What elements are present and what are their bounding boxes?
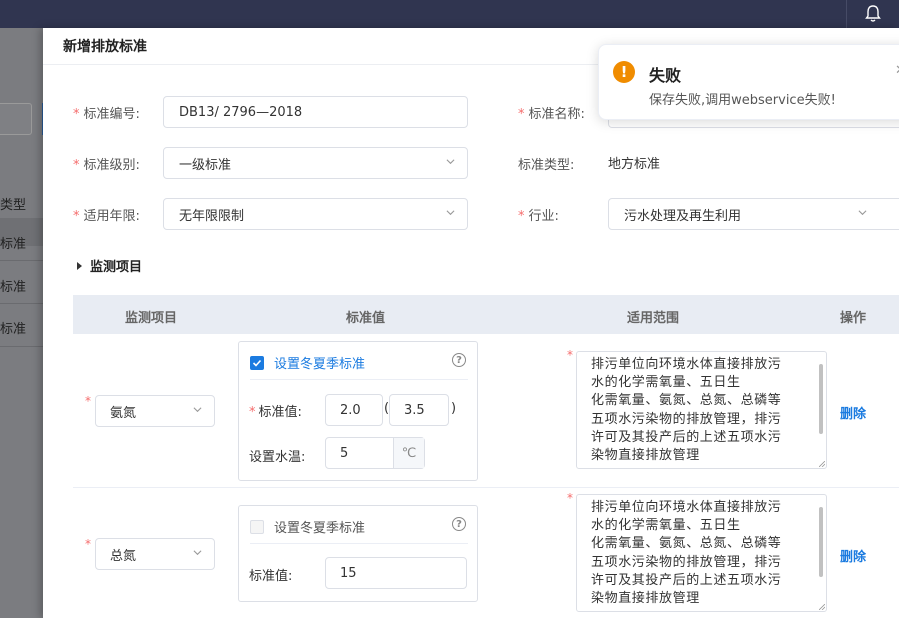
applicable-years-select[interactable]: 无年限限制 xyxy=(163,198,468,230)
scope-textarea[interactable]: 排污单位向环境水体直接排放污 水的化学需氧量、五日生 化需氧量、氨氮、总氮、总磷… xyxy=(576,351,827,469)
monitoring-item-select[interactable]: 总氮 xyxy=(95,538,215,570)
standard-type-label: 标准类型: xyxy=(518,158,575,173)
chevron-down-icon xyxy=(858,210,867,216)
scrollbar-thumb[interactable] xyxy=(819,364,823,434)
delete-button[interactable]: 删除 xyxy=(840,546,866,565)
standard-value-low-input[interactable]: 2.0 xyxy=(325,394,383,426)
standard-value-label: 标准值: xyxy=(249,569,293,584)
background-divider xyxy=(0,260,48,261)
background-divider xyxy=(0,303,48,304)
standard-value-card: 设置冬夏季标准 ? 标准值: 15 xyxy=(238,505,478,602)
standard-value-input[interactable]: 15 xyxy=(325,557,467,589)
notification-title: 失败 xyxy=(649,66,682,85)
checkbox-checked-icon xyxy=(250,355,264,370)
bell-icon xyxy=(865,5,881,22)
background-divider xyxy=(0,346,48,347)
water-temp-input[interactable]: 5 ℃ xyxy=(325,437,425,469)
standard-type-value: 地方标准 xyxy=(608,157,661,172)
section-title: 监测项目 xyxy=(90,260,143,275)
temp-unit: ℃ xyxy=(393,438,424,468)
warning-icon: ! xyxy=(613,61,635,83)
required-mark: * xyxy=(85,394,91,408)
top-navbar xyxy=(0,0,899,28)
chevron-down-icon xyxy=(446,159,455,165)
required-mark: * xyxy=(567,348,573,362)
notification-message: 保存失败,调用webservice失败! xyxy=(649,93,836,108)
chevron-down-icon xyxy=(193,550,202,556)
required-mark: * xyxy=(567,491,573,505)
standard-level-label: * 标准级别: xyxy=(73,158,140,173)
industry-label: * 行业: xyxy=(518,209,559,224)
column-header-scope: 适用范围 xyxy=(627,311,680,326)
monitoring-item-select[interactable]: 氨氮 xyxy=(95,395,215,427)
applicable-years-label: * 适用年限: xyxy=(73,209,140,224)
checkbox-label: 设置冬夏季标准 xyxy=(274,357,366,372)
help-icon[interactable]: ? xyxy=(452,353,466,367)
checkbox-label: 设置冬夏季标准 xyxy=(274,521,366,536)
background-header-cell: 类型 xyxy=(0,198,27,213)
divider xyxy=(250,379,468,380)
notification-bell-button[interactable] xyxy=(846,0,899,28)
column-header-item: 监测项目 xyxy=(125,311,178,326)
table-row: * 氨氮 设置冬夏季标准 ? * 标准值: 2.0 ( 3.5 ) 设置水温: … xyxy=(73,334,899,488)
background-row-cell: 标准 xyxy=(0,280,27,295)
column-header-value: 标准值 xyxy=(346,311,386,326)
close-icon[interactable]: ✕ xyxy=(895,63,899,78)
background-search-input xyxy=(0,103,32,135)
scope-textarea[interactable]: 排污单位向环境水体直接排放污 水的化学需氧量、五日生 化需氧量、氨氮、总氮、总磷… xyxy=(576,494,827,612)
winter-summer-checkbox[interactable]: 设置冬夏季标准 xyxy=(250,517,365,536)
divider xyxy=(250,543,468,544)
table-header: 监测项目 标准值 适用范围 操作 xyxy=(73,295,899,334)
standard-code-input[interactable]: DB13/ 2796—2018 xyxy=(163,96,468,128)
monitoring-items-section-toggle[interactable]: 监测项目 xyxy=(77,256,142,275)
close-paren: ) xyxy=(451,401,457,416)
monitoring-items-table: 监测项目 标准值 适用范围 操作 * 氨氮 设置冬夏季标准 ? * 标准值: 2… xyxy=(73,295,899,618)
winter-summer-checkbox[interactable]: 设置冬夏季标准 xyxy=(250,353,365,372)
standard-code-label: * 标准编号: xyxy=(73,107,140,122)
standard-level-select[interactable]: 一级标准 xyxy=(163,147,468,179)
industry-select[interactable]: 污水处理及再生利用 xyxy=(608,198,899,230)
delete-button[interactable]: 删除 xyxy=(840,403,866,422)
standard-value-label: * 标准值: xyxy=(249,405,302,420)
checkbox-unchecked-icon xyxy=(250,519,264,534)
caret-right-icon xyxy=(77,261,82,270)
background-row-cell: 标准 xyxy=(0,322,27,337)
table-row: * 总氮 设置冬夏季标准 ? 标准值: 15 * 排污单位向环境水体直接排放污 … xyxy=(73,488,899,618)
standard-value-card: 设置冬夏季标准 ? * 标准值: 2.0 ( 3.5 ) 设置水温: 5 ℃ xyxy=(238,341,478,481)
chevron-down-icon xyxy=(446,210,455,216)
water-temp-label: 设置水温: xyxy=(249,450,306,465)
column-header-action: 操作 xyxy=(840,311,867,326)
background-row-cell: 标准 xyxy=(0,237,27,252)
standard-value-high-input[interactable]: 3.5 xyxy=(389,394,449,426)
scrollbar-thumb[interactable] xyxy=(819,507,823,577)
resize-handle-icon[interactable] xyxy=(819,604,825,610)
error-notification: ! 失败 保存失败,调用webservice失败! ✕ xyxy=(598,44,899,120)
chevron-down-icon xyxy=(193,407,202,413)
help-icon[interactable]: ? xyxy=(452,517,466,531)
standard-name-label: * 标准名称: xyxy=(518,107,585,122)
resize-handle-icon[interactable] xyxy=(819,461,825,467)
required-mark: * xyxy=(85,537,91,551)
